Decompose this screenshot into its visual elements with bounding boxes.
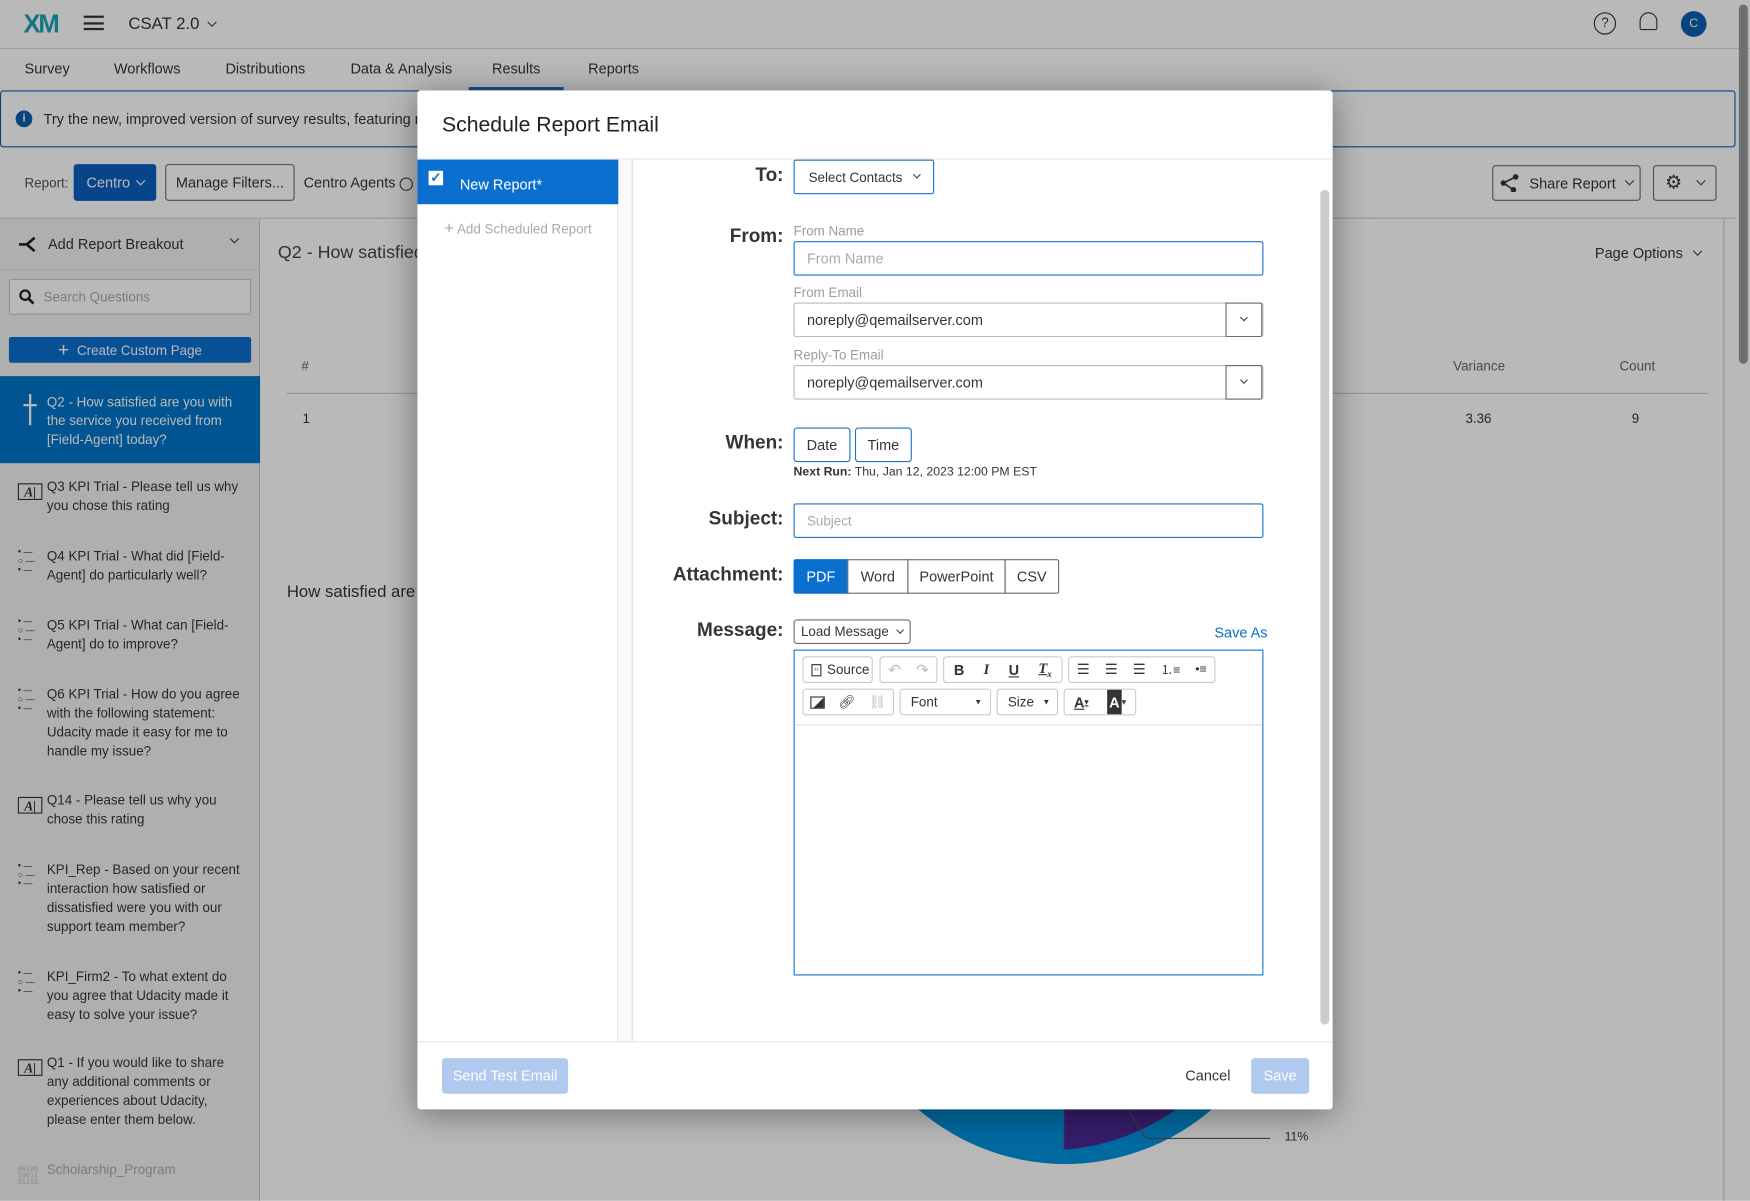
align-list-group: ☰ ☰ ☰ ⒈≡ •≡ — [1068, 656, 1216, 684]
dialog-title: Schedule Report Email — [441, 113, 659, 138]
bold-icon[interactable]: B — [954, 661, 964, 678]
reply-to-email-label: Reply-To Email — [793, 347, 884, 363]
link-icon[interactable]: 🔗︎ — [838, 690, 855, 715]
message-label: Message: — [697, 619, 784, 641]
from-name-placeholder: From Name — [806, 250, 884, 267]
time-button[interactable]: Time — [854, 427, 912, 463]
editor-toolbar-divider — [794, 724, 1263, 726]
load-message-label: Load Message — [800, 623, 889, 640]
align-right-icon[interactable]: ☰ — [1133, 657, 1146, 682]
attachment-pdf[interactable]: PDF — [793, 559, 849, 594]
report-checkbox[interactable]: ✓ — [428, 171, 444, 186]
underline-icon[interactable]: U — [1009, 661, 1019, 678]
subject-input[interactable]: Subject — [793, 503, 1264, 538]
from-label: From: — [729, 225, 784, 247]
from-name-input[interactable]: From Name — [793, 241, 1264, 276]
save-button[interactable]: Save — [1251, 1058, 1310, 1094]
date-button[interactable]: Date — [793, 427, 851, 463]
unlink-icon[interactable]: ⛓︎ — [869, 690, 886, 715]
reply-to-email-value: noreply@qemailserver.com — [806, 373, 983, 391]
chevron-down-icon — [912, 170, 921, 179]
report-item-new-report[interactable]: ✓ New Report* — [417, 159, 619, 205]
redo-icon[interactable]: ↷ — [916, 657, 929, 682]
italic-icon[interactable]: I — [984, 661, 990, 679]
cancel-button[interactable]: Cancel — [1185, 1067, 1230, 1084]
next-run: Next Run: Thu, Jan 12, 2023 12:00 PM EST — [794, 465, 1037, 478]
font-select[interactable]: Font ▼ — [899, 688, 992, 716]
source-icon: ‹› — [811, 663, 822, 676]
background-color-icon[interactable]: A ▾ — [1106, 689, 1126, 715]
select-contacts-label: Select Contacts — [808, 169, 903, 185]
load-message-dropdown[interactable]: Load Message — [793, 619, 911, 644]
subject-placeholder: Subject — [806, 512, 852, 529]
align-center-icon[interactable]: ☰ — [1105, 657, 1118, 682]
from-email-input[interactable]: noreply@qemailserver.com — [793, 302, 1264, 338]
from-email-label: From Email — [793, 284, 863, 301]
color-group: A ▾ A ▾ — [1063, 688, 1137, 716]
text-color-icon[interactable]: A ▾ — [1074, 690, 1088, 715]
plus-icon: + — [444, 218, 454, 238]
caret-down-icon: ▼ — [974, 698, 983, 706]
reply-to-dropdown-button[interactable] — [1225, 364, 1263, 400]
select-contacts-dropdown[interactable]: Select Contacts — [793, 159, 935, 195]
send-test-email-button[interactable]: Send Test Email — [441, 1058, 569, 1094]
to-label: To: — [755, 164, 784, 186]
report-item-label: New Report* — [459, 176, 543, 194]
next-run-value: Thu, Jan 12, 2023 12:00 PM EST — [854, 465, 1037, 479]
form-scrollbar[interactable] — [1320, 189, 1330, 1025]
attachment-csv[interactable]: CSV — [1004, 559, 1060, 594]
add-scheduled-report-button[interactable]: + Add Scheduled Report — [444, 219, 592, 238]
undo-icon[interactable]: ↶ — [888, 657, 901, 682]
subject-label: Subject: — [708, 507, 784, 530]
image-link-group: 🔗︎ ⛓︎ — [802, 688, 894, 716]
add-scheduled-report-label: Add Scheduled Report — [456, 220, 592, 237]
bulleted-list-icon[interactable]: •≡ — [1195, 657, 1206, 682]
source-button[interactable]: ‹› Source — [802, 656, 873, 684]
from-email-dropdown-button[interactable] — [1225, 302, 1263, 338]
attachment-word[interactable]: Word — [847, 559, 909, 594]
save-as-link[interactable]: Save As — [1214, 624, 1267, 641]
source-label: Source — [827, 661, 870, 678]
reply-to-email-input[interactable]: noreply@qemailserver.com — [793, 364, 1264, 400]
from-name-label: From Name — [793, 223, 865, 239]
attachment-powerpoint[interactable]: PowerPoint — [907, 559, 1006, 594]
chevron-down-icon — [1239, 313, 1248, 322]
remove-format-icon[interactable]: Tx — [1038, 660, 1051, 680]
font-select-label: Font — [910, 694, 938, 710]
report-list — [417, 159, 619, 1042]
caret-down-icon: ▼ — [1042, 698, 1051, 706]
dialog-footer-divider — [417, 1041, 1333, 1043]
numbered-list-icon[interactable]: ⒈≡ — [1161, 657, 1180, 682]
next-run-label: Next Run: — [793, 465, 852, 479]
when-label: When: — [725, 431, 784, 454]
image-icon[interactable] — [810, 695, 825, 709]
format-group: B I U Tx — [943, 656, 1063, 684]
chevron-down-icon — [896, 625, 905, 634]
attachment-label: Attachment: — [672, 563, 784, 585]
from-email-value: noreply@qemailserver.com — [806, 311, 983, 329]
report-list-gutter — [618, 159, 633, 1042]
size-select[interactable]: Size ▼ — [996, 688, 1059, 716]
size-select-label: Size — [1007, 694, 1034, 710]
align-left-icon[interactable]: ☰ — [1077, 657, 1090, 682]
chevron-down-icon — [1239, 376, 1248, 384]
undo-redo-group: ↶ ↷ — [879, 656, 938, 684]
